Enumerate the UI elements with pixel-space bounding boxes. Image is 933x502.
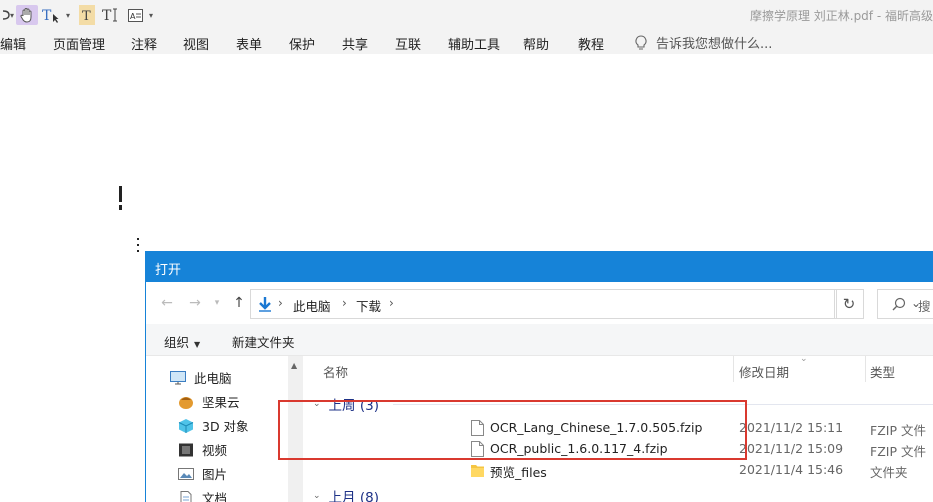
- nav-item-label: 坚果云: [202, 395, 240, 410]
- form-field-tool-icon[interactable]: A: [127, 5, 143, 25]
- back-arrow-icon[interactable]: ←: [158, 294, 176, 312]
- nav-item-label: 3D 对象: [202, 419, 249, 434]
- new-folder-button[interactable]: 新建文件夹: [232, 332, 295, 351]
- app-toolbar: ▾ T ▾ T T A ▾ 摩擦学原理 刘正林.pdf - 福昕高级: [0, 0, 933, 30]
- highlight-annotation-box: [278, 400, 747, 460]
- file-row[interactable]: 预览_files 2021/11/4 15:46 文件夹: [303, 460, 933, 481]
- menu-comment[interactable]: 注释: [131, 34, 157, 53]
- menu-edit[interactable]: 编辑: [0, 34, 26, 53]
- computer-icon: [170, 370, 186, 384]
- nav-item-jianguoyun[interactable]: 坚果云: [178, 392, 240, 411]
- menu-form[interactable]: 表单: [236, 34, 262, 53]
- breadcrumb-chevron-icon[interactable]: ›: [278, 296, 283, 310]
- address-bar[interactable]: › 此电脑 › 下载 › ⌄: [250, 289, 921, 319]
- svg-text:T: T: [42, 8, 52, 23]
- document-text-fragment-2: [137, 238, 141, 256]
- dialog-title: 打开: [155, 263, 182, 278]
- breadcrumb-chevron-icon[interactable]: ›: [342, 296, 347, 310]
- up-arrow-icon[interactable]: ↑: [230, 294, 248, 312]
- menu-share[interactable]: 共享: [342, 34, 368, 53]
- dialog-navigation-bar: ← → ▾ ↑ › 此电脑 › 下载 › ⌄ ↻ 搜: [146, 282, 933, 324]
- menu-protect[interactable]: 保护: [289, 34, 315, 53]
- file-type: FZIP 文件: [870, 444, 926, 459]
- document-icon: [180, 490, 192, 502]
- organize-label: 组织: [164, 335, 190, 350]
- svg-text:A: A: [130, 12, 136, 21]
- file-modified: 2021/11/2 15:11: [739, 420, 844, 435]
- file-modified: 2021/11/4 15:46: [739, 462, 844, 477]
- dialog-titlebar[interactable]: 打开: [146, 251, 933, 282]
- downloads-folder-icon: [259, 297, 271, 312]
- window-title: 摩擦学原理 刘正林.pdf - 福昕高级: [749, 9, 933, 23]
- nav-item-videos[interactable]: 视频: [178, 440, 227, 459]
- menu-view[interactable]: 视图: [183, 34, 209, 53]
- menu-accessibility[interactable]: 辅助工具: [448, 34, 500, 53]
- column-header-type[interactable]: 类型: [870, 362, 895, 381]
- menu-connect[interactable]: 互联: [395, 34, 421, 53]
- tell-me-search[interactable]: 告诉我您想做什么...: [634, 33, 772, 52]
- nut-cloud-icon: [179, 396, 193, 409]
- tell-me-text: 告诉我您想做什么...: [656, 37, 773, 52]
- menu-tutorial[interactable]: 教程: [578, 34, 604, 53]
- file-type: FZIP 文件: [870, 423, 926, 438]
- scroll-up-icon[interactable]: ▲: [291, 361, 297, 370]
- cube-3d-icon: [178, 418, 194, 433]
- nav-item-label: 此电脑: [194, 371, 232, 386]
- select-text-tool-icon[interactable]: T: [42, 5, 60, 25]
- menu-page-management[interactable]: 页面管理: [53, 34, 105, 53]
- typewriter-tool-icon[interactable]: T: [79, 5, 95, 25]
- select-tool-dropdown-icon[interactable]: ▾: [64, 5, 72, 25]
- nav-item-label: 图片: [202, 467, 228, 482]
- nav-item-3d-objects[interactable]: 3D 对象: [178, 416, 249, 435]
- recent-dropdown-icon[interactable]: ▾: [208, 294, 226, 312]
- hand-tool-icon[interactable]: [16, 5, 38, 25]
- nav-item-documents[interactable]: 文档: [178, 488, 227, 502]
- breadcrumb-chevron-icon[interactable]: ›: [389, 296, 394, 310]
- column-divider[interactable]: [865, 356, 866, 382]
- group-label: 上月 (8): [328, 490, 379, 502]
- menu-bar: 编辑 页面管理 注释 视图 表单 保护 共享 互联 辅助工具 帮助 教程 告诉我…: [0, 30, 933, 54]
- search-icon: [892, 297, 906, 311]
- open-file-dialog: 打开 ← → ▾ ↑ › 此电脑 › 下载 › ⌄ ↻ 搜 组织 ▼ 新建文件夹 …: [145, 251, 933, 502]
- sort-indicator-icon: ⌄: [800, 354, 808, 364]
- forward-arrow-icon[interactable]: →: [186, 294, 204, 312]
- document-text-fragment: [119, 186, 123, 214]
- nav-item-pictures[interactable]: 图片: [178, 464, 227, 483]
- group-header-last-month[interactable]: ⌄ 上月 (8): [313, 486, 379, 502]
- form-tool-dropdown-icon[interactable]: ▾: [147, 5, 155, 25]
- tool-dropdown-icon[interactable]: ▾: [9, 5, 15, 25]
- collapse-chevron-icon: ⌄: [313, 491, 321, 501]
- film-icon: [179, 443, 193, 456]
- file-type: 文件夹: [870, 465, 908, 480]
- svg-text:T: T: [102, 8, 112, 23]
- search-input[interactable]: 搜: [877, 289, 933, 319]
- search-placeholder: 搜: [918, 299, 931, 314]
- textbox-tool-icon[interactable]: T: [102, 5, 120, 25]
- breadcrumb-downloads[interactable]: 下载: [356, 296, 381, 315]
- nav-item-this-pc[interactable]: 此电脑: [170, 368, 232, 387]
- column-divider[interactable]: [733, 356, 734, 382]
- nav-item-label: 视频: [202, 443, 228, 458]
- picture-icon: [178, 467, 194, 480]
- folder-icon: [471, 465, 484, 477]
- refresh-icon[interactable]: ↻: [834, 289, 864, 319]
- organize-button[interactable]: 组织 ▼: [164, 332, 200, 351]
- dialog-command-bar: 组织 ▼ 新建文件夹: [146, 324, 933, 356]
- organize-dropdown-icon: ▼: [194, 340, 201, 349]
- breadcrumb-this-pc[interactable]: 此电脑: [293, 296, 331, 315]
- column-header-modified[interactable]: 修改日期: [739, 362, 789, 381]
- nav-item-label: 文档: [202, 491, 228, 502]
- file-modified: 2021/11/2 15:09: [739, 441, 844, 456]
- file-name: 预览_files: [490, 465, 547, 480]
- svg-text:T: T: [82, 9, 91, 22]
- lightbulb-icon: [635, 34, 647, 49]
- menu-help[interactable]: 帮助: [523, 34, 549, 53]
- column-header-name[interactable]: 名称: [323, 362, 348, 381]
